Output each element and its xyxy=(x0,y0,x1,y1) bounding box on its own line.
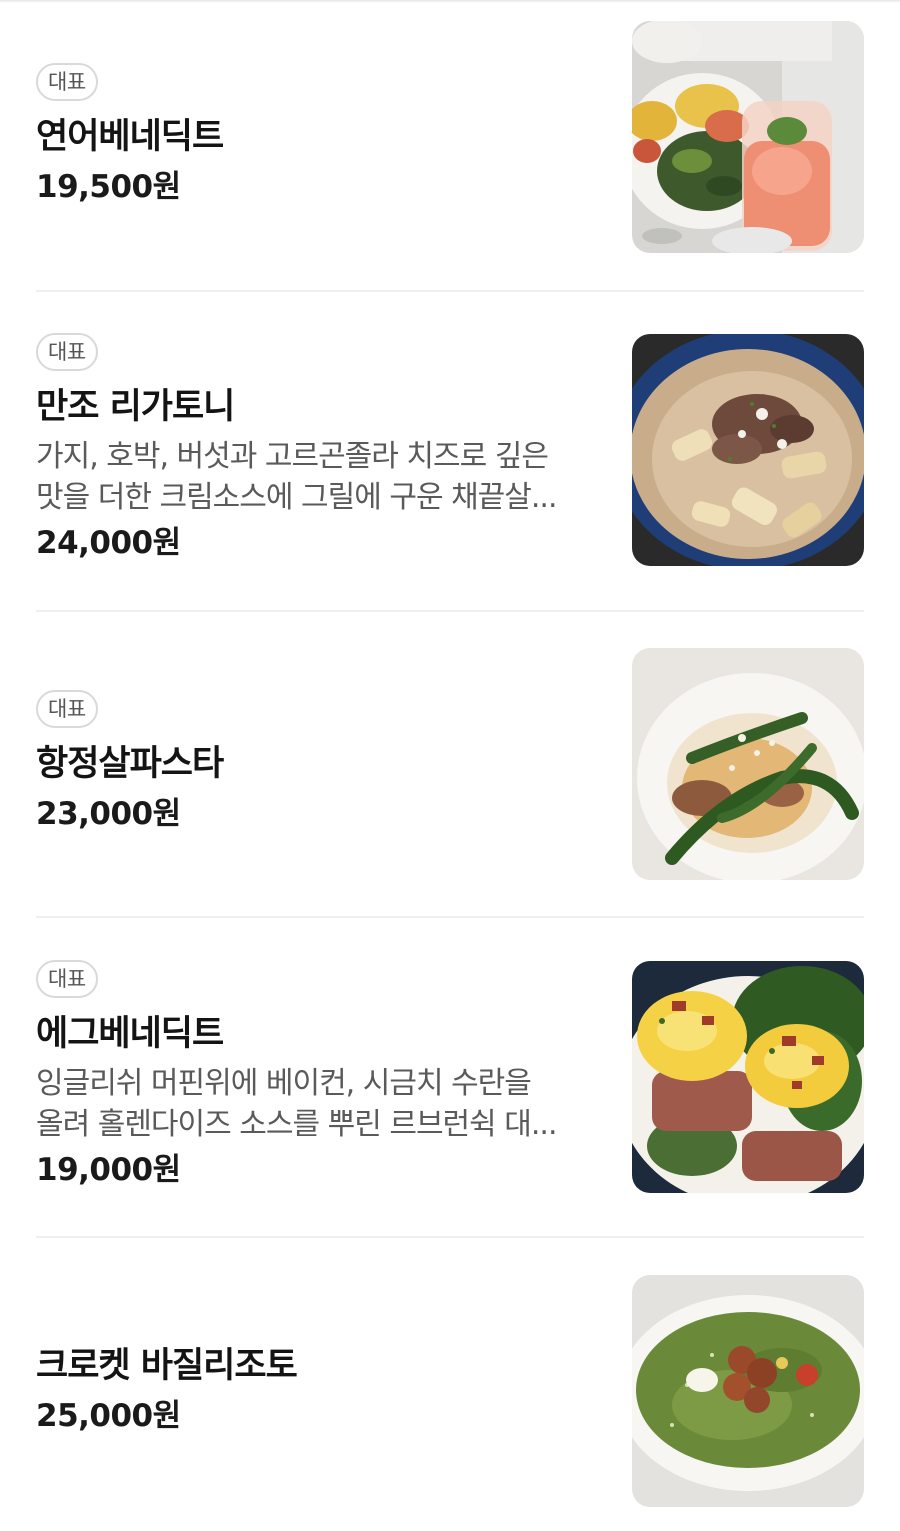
menu-item-price: 23,000원 xyxy=(36,796,181,832)
menu-item-description-line-2: 맛을 더한 크림소스에 그릴에 구운 채끝살... xyxy=(36,480,558,515)
menu-item-name: 항정살파스타 xyxy=(36,744,224,784)
menu-item-egg-benedict[interactable]: 대표 에그베네딕트 잉글리쉬 머핀위에 베이컨, 시금치 수란을 올려 홀렌다이… xyxy=(36,960,864,1194)
menu-item-info: 대표 연어베네딕트 19,500원 xyxy=(36,20,596,254)
menu-item-name: 연어베네딕트 xyxy=(36,117,224,157)
menu-item-description-line-1: 잉글리쉬 머핀위에 베이컨, 시금치 수란을 xyxy=(36,1066,532,1101)
menu-item-price: 24,000원 xyxy=(36,525,181,561)
menu-item-info: 크로켓 바질리조토 25,000원 xyxy=(36,1274,596,1508)
menu-item-info: 대표 에그베네딕트 잉글리쉬 머핀위에 베이컨, 시금치 수란을 올려 홀렌다이… xyxy=(36,960,596,1194)
signature-badge: 대표 xyxy=(36,690,98,728)
egg-benedict-image xyxy=(632,961,864,1193)
menu-item-price: 19,000원 xyxy=(36,1152,181,1188)
egg-benedict-photo[interactable] xyxy=(632,961,864,1193)
menu-item-description-line-2: 올려 홀렌다이즈 소스를 뿌린 르브런쉭 대... xyxy=(36,1107,558,1142)
menu-item-price: 19,500원 xyxy=(36,169,181,205)
menu-item-name: 만조 리가토니 xyxy=(36,387,235,427)
menu-item-name: 에그베네딕트 xyxy=(36,1014,224,1054)
rigatoni-photo[interactable] xyxy=(632,334,864,566)
menu-item-pork-neck-pasta[interactable]: 대표 항정살파스타 23,000원 xyxy=(36,647,864,881)
signature-badge: 대표 xyxy=(36,63,98,101)
divider xyxy=(36,916,864,918)
menu-item-croquette-basil-risotto[interactable]: 크로켓 바질리조토 25,000원 xyxy=(36,1274,864,1508)
divider xyxy=(36,290,864,292)
signature-badge: 대표 xyxy=(36,333,98,371)
top-edge xyxy=(0,0,900,3)
divider xyxy=(36,1236,864,1238)
menu-item-info: 대표 만조 리가토니 가지, 호박, 버섯과 고르곤졸라 치즈로 깊은 맛을 더… xyxy=(36,333,596,567)
basil-risotto-photo[interactable] xyxy=(632,1275,864,1507)
pork-neck-pasta-image xyxy=(632,648,864,880)
menu-item-name: 크로켓 바질리조토 xyxy=(36,1346,298,1386)
pork-neck-pasta-photo[interactable] xyxy=(632,648,864,880)
menu-item-description-line-1: 가지, 호박, 버섯과 고르곤졸라 치즈로 깊은 xyxy=(36,439,549,474)
menu-item-salmon-benedict[interactable]: 대표 연어베네딕트 19,500원 xyxy=(36,20,864,254)
salmon-benedict-photo[interactable] xyxy=(632,21,864,253)
signature-badge: 대표 xyxy=(36,960,98,998)
menu-item-manjo-rigatoni[interactable]: 대표 만조 리가토니 가지, 호박, 버섯과 고르곤졸라 치즈로 깊은 맛을 더… xyxy=(36,333,864,567)
menu-item-info: 대표 항정살파스타 23,000원 xyxy=(36,647,596,881)
basil-risotto-image xyxy=(632,1275,864,1507)
divider xyxy=(36,610,864,612)
menu-item-price: 25,000원 xyxy=(36,1398,181,1434)
salmon-benedict-image xyxy=(632,21,864,253)
rigatoni-image xyxy=(632,334,864,566)
